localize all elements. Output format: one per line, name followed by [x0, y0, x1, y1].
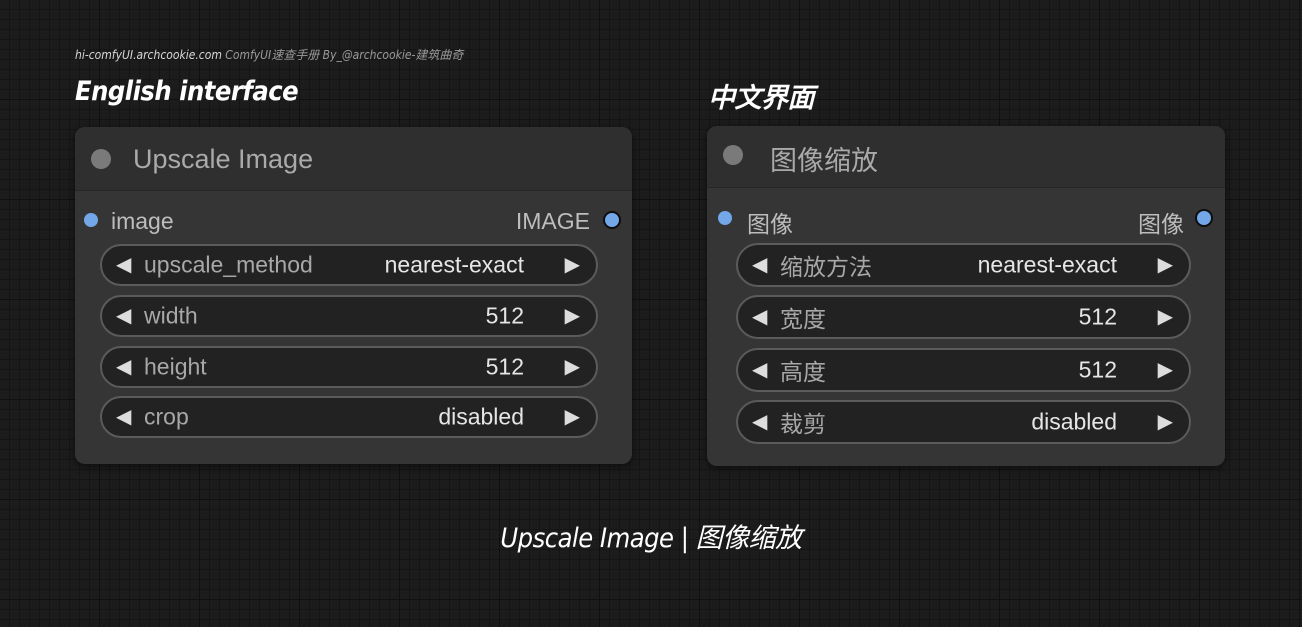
- widget-width[interactable]: ◀ 宽度 512 ▶: [736, 295, 1191, 339]
- widget-value: disabled: [1031, 408, 1117, 435]
- widget-upscale-method[interactable]: ◀ 缩放方法 nearest-exact ▶: [736, 243, 1191, 287]
- increment-arrow-icon[interactable]: ▶: [1158, 360, 1173, 380]
- widget-value: disabled: [438, 403, 524, 430]
- decrement-arrow-icon[interactable]: ◀: [752, 255, 767, 275]
- input-slot-dot-image[interactable]: [718, 211, 732, 225]
- widget-width[interactable]: ◀ width 512 ▶: [100, 295, 598, 337]
- output-slot-dot-image[interactable]: [603, 211, 621, 229]
- increment-arrow-icon[interactable]: ▶: [565, 407, 580, 427]
- widget-crop[interactable]: ◀ 裁剪 disabled ▶: [736, 400, 1191, 444]
- increment-arrow-icon[interactable]: ▶: [1158, 307, 1173, 327]
- increment-arrow-icon[interactable]: ▶: [1158, 412, 1173, 432]
- increment-arrow-icon[interactable]: ▶: [565, 255, 580, 275]
- widget-label: 缩放方法: [780, 254, 872, 280]
- chinese-section-title: 中文界面: [708, 83, 815, 114]
- increment-arrow-icon[interactable]: ▶: [565, 306, 580, 326]
- node-header[interactable]: Upscale Image: [75, 127, 632, 191]
- widget-value: 512: [485, 353, 524, 380]
- node-collapse-dot[interactable]: [723, 145, 743, 165]
- increment-arrow-icon[interactable]: ▶: [1158, 255, 1173, 275]
- node-title: Upscale Image: [133, 144, 314, 174]
- widget-height[interactable]: ◀ 高度 512 ▶: [736, 348, 1191, 392]
- decrement-arrow-icon[interactable]: ◀: [752, 412, 767, 432]
- upscale-image-node-english[interactable]: Upscale Image image IMAGE ◀ upscale_meth…: [75, 127, 632, 464]
- widget-label: 宽度: [780, 306, 826, 332]
- decrement-arrow-icon[interactable]: ◀: [752, 307, 767, 327]
- decrement-arrow-icon[interactable]: ◀: [116, 407, 131, 427]
- widget-label: 高度: [780, 359, 826, 385]
- output-slot-label: IMAGE: [515, 208, 590, 234]
- node-header[interactable]: 图像缩放: [707, 126, 1225, 188]
- output-slot-label: 图像: [1138, 211, 1184, 237]
- widget-value: 512: [1078, 303, 1117, 330]
- decrement-arrow-icon[interactable]: ◀: [752, 360, 767, 380]
- widget-value: 512: [1078, 356, 1117, 383]
- widget-upscale-method[interactable]: ◀ upscale_method nearest-exact ▶: [100, 244, 598, 286]
- watermark-text: ComfyUI速查手册 By_@archcookie-建筑曲奇: [225, 48, 464, 62]
- input-slot-label: 图像: [747, 211, 793, 237]
- decrement-arrow-icon[interactable]: ◀: [116, 255, 131, 275]
- widget-value: nearest-exact: [977, 251, 1117, 278]
- decrement-arrow-icon[interactable]: ◀: [116, 357, 131, 377]
- watermark: hi-comfyUI.archcookie.com ComfyUI速查手册 By…: [75, 46, 463, 63]
- widget-value: nearest-exact: [384, 251, 524, 278]
- widget-label: crop: [144, 403, 189, 430]
- widget-height[interactable]: ◀ height 512 ▶: [100, 346, 598, 388]
- widget-value: 512: [485, 302, 524, 329]
- decrement-arrow-icon[interactable]: ◀: [116, 306, 131, 326]
- input-slot-dot-image[interactable]: [84, 213, 98, 227]
- upscale-image-node-chinese[interactable]: 图像缩放 图像 图像 ◀ 缩放方法 nearest-exact ▶ ◀ 宽度 5…: [707, 126, 1225, 466]
- widget-crop[interactable]: ◀ crop disabled ▶: [100, 396, 598, 438]
- widget-label: width: [144, 302, 198, 329]
- output-slot-dot-image[interactable]: [1195, 209, 1213, 227]
- caption: Upscale Image | 图像缩放: [500, 523, 802, 554]
- node-title: 图像缩放: [770, 146, 878, 176]
- english-section-title: English interface: [75, 76, 299, 107]
- input-slot-label: image: [111, 208, 174, 234]
- widget-label: 裁剪: [780, 411, 826, 437]
- node-collapse-dot[interactable]: [91, 149, 111, 169]
- widget-label: height: [144, 353, 207, 380]
- widget-label: upscale_method: [144, 251, 313, 278]
- watermark-site: hi-comfyUI.archcookie.com: [75, 48, 222, 62]
- increment-arrow-icon[interactable]: ▶: [565, 357, 580, 377]
